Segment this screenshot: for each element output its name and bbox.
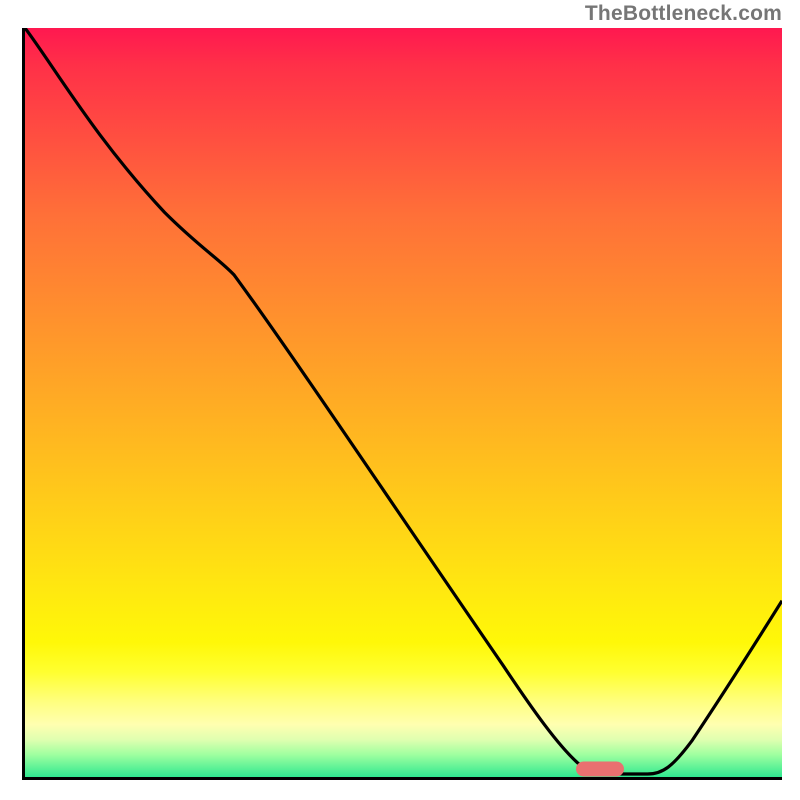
watermark-text: TheBottleneck.com: [585, 2, 782, 26]
chart-plot-area: [22, 28, 782, 780]
optimal-point-marker: [576, 762, 624, 777]
chart-background-gradient: [25, 28, 782, 777]
